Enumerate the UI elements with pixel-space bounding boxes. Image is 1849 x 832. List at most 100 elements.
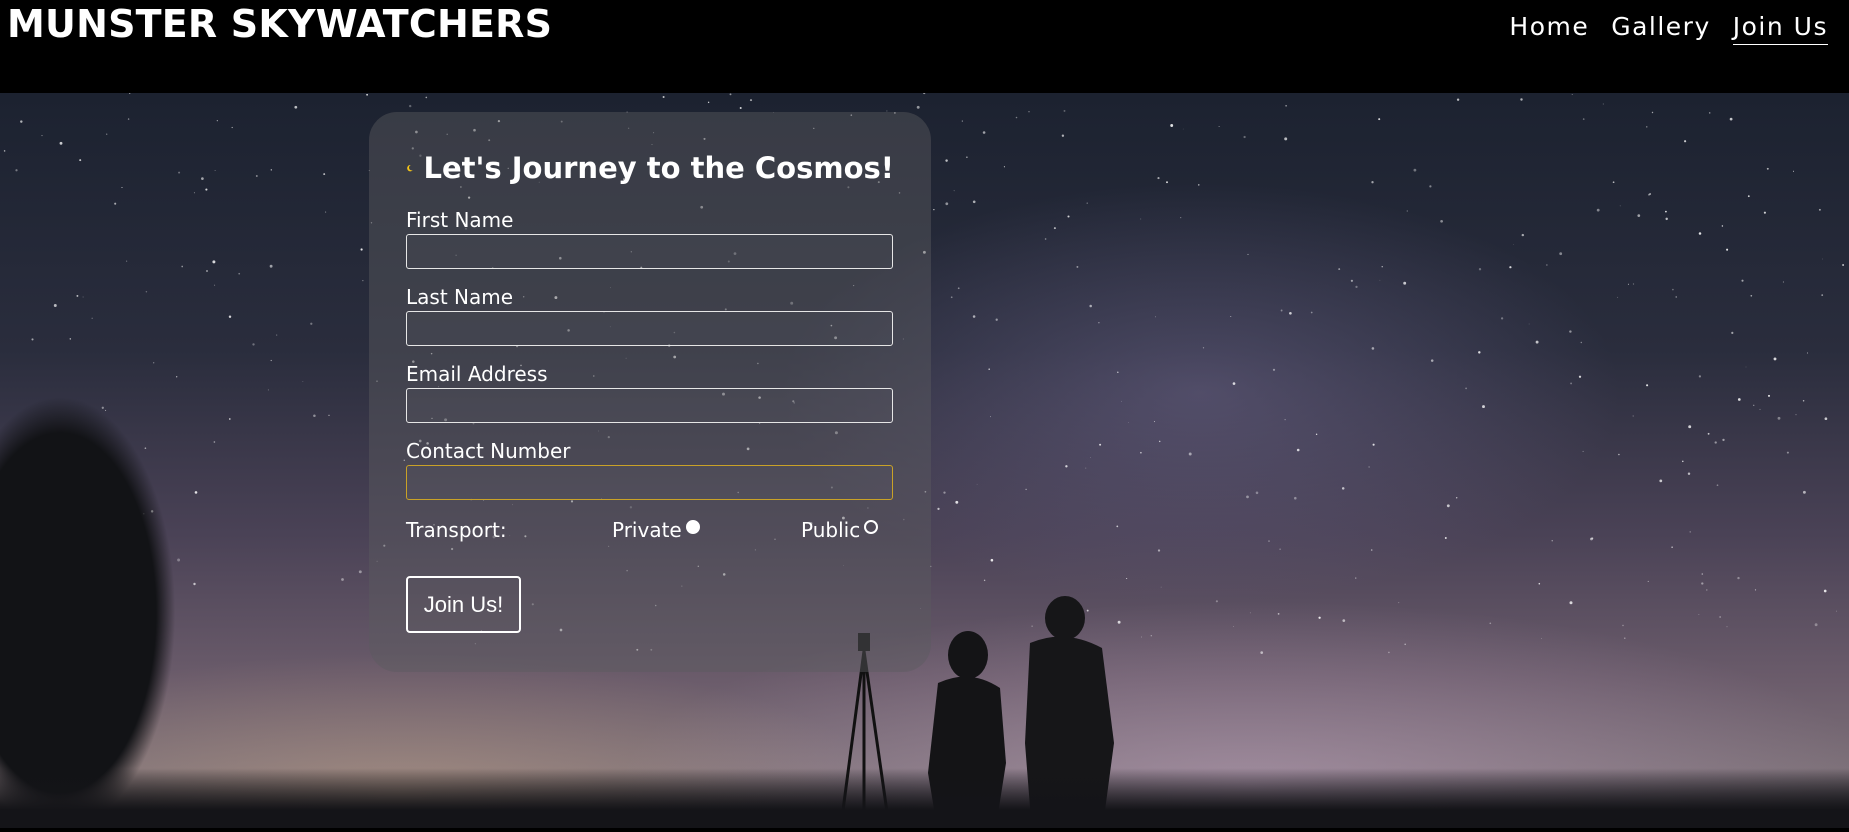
star bbox=[1140, 218, 1142, 220]
star bbox=[1065, 465, 1068, 468]
star bbox=[1559, 252, 1563, 256]
star bbox=[950, 296, 953, 299]
star bbox=[1591, 537, 1594, 540]
star bbox=[1089, 304, 1092, 308]
star bbox=[1649, 193, 1651, 195]
star bbox=[916, 105, 920, 109]
first-name-label: First Name bbox=[406, 208, 514, 232]
site-brand[interactable]: MUNSTER SKYWATCHERS bbox=[7, 2, 552, 46]
main-nav: Home Gallery Join Us bbox=[1509, 12, 1828, 45]
star bbox=[1003, 166, 1005, 168]
star bbox=[1202, 347, 1205, 349]
star bbox=[270, 359, 272, 362]
private-radio[interactable] bbox=[685, 520, 700, 534]
star bbox=[1747, 195, 1750, 198]
star bbox=[1701, 582, 1704, 585]
star bbox=[341, 578, 344, 581]
star bbox=[1689, 531, 1691, 533]
star bbox=[126, 260, 128, 262]
star bbox=[205, 188, 208, 191]
star bbox=[976, 483, 978, 485]
star bbox=[1672, 288, 1674, 291]
star bbox=[1378, 118, 1381, 121]
star bbox=[255, 175, 258, 177]
star bbox=[1085, 467, 1087, 469]
star bbox=[1398, 602, 1400, 604]
star bbox=[214, 170, 216, 172]
star bbox=[1786, 451, 1789, 454]
star bbox=[1315, 433, 1318, 435]
transport-label: Transport: bbox=[406, 518, 507, 542]
star bbox=[1277, 613, 1280, 615]
moon-icon bbox=[407, 164, 413, 172]
star bbox=[1403, 281, 1407, 285]
star bbox=[1637, 214, 1641, 217]
email-input[interactable] bbox=[406, 388, 893, 423]
star bbox=[1726, 248, 1729, 251]
star bbox=[1232, 382, 1236, 385]
star bbox=[310, 322, 313, 325]
star bbox=[1520, 98, 1523, 101]
star bbox=[425, 96, 428, 99]
star bbox=[360, 248, 363, 251]
last-name-input[interactable] bbox=[406, 311, 893, 346]
star bbox=[1571, 94, 1573, 95]
star bbox=[972, 200, 976, 204]
star bbox=[302, 381, 304, 382]
star bbox=[1140, 451, 1142, 454]
star bbox=[1802, 490, 1806, 494]
star bbox=[1721, 225, 1724, 227]
star bbox=[270, 169, 272, 171]
transport-private-option[interactable]: Private bbox=[612, 518, 700, 542]
private-label: Private bbox=[612, 518, 682, 542]
star bbox=[1795, 414, 1797, 416]
star bbox=[1249, 612, 1251, 614]
star bbox=[1117, 371, 1119, 374]
join-us-button[interactable]: Join Us! bbox=[406, 576, 521, 633]
star bbox=[1707, 432, 1710, 435]
star bbox=[1230, 316, 1232, 317]
star bbox=[1802, 399, 1805, 402]
star bbox=[1140, 636, 1142, 638]
star bbox=[1446, 504, 1450, 508]
star bbox=[1053, 227, 1056, 230]
star bbox=[1582, 450, 1584, 452]
star bbox=[1341, 487, 1345, 490]
star bbox=[1822, 258, 1823, 260]
first-name-input[interactable] bbox=[406, 234, 893, 269]
star bbox=[114, 202, 117, 205]
star bbox=[323, 173, 326, 176]
star bbox=[1807, 352, 1809, 354]
nav-home[interactable]: Home bbox=[1509, 12, 1589, 45]
public-radio[interactable] bbox=[864, 520, 879, 534]
star bbox=[212, 260, 216, 264]
form-heading: Let's Journey to the Cosmos! bbox=[406, 148, 894, 188]
star bbox=[988, 368, 990, 371]
nav-gallery[interactable]: Gallery bbox=[1611, 12, 1711, 45]
star bbox=[238, 272, 241, 275]
star bbox=[1763, 211, 1766, 214]
star bbox=[1154, 316, 1157, 318]
star bbox=[1835, 610, 1837, 612]
star bbox=[1708, 112, 1711, 114]
star bbox=[1368, 466, 1370, 468]
star bbox=[1355, 285, 1358, 289]
star bbox=[1157, 177, 1160, 180]
star bbox=[358, 570, 362, 574]
nav-join-us[interactable]: Join Us bbox=[1732, 12, 1828, 45]
star bbox=[3, 150, 6, 152]
star bbox=[1632, 283, 1635, 285]
star bbox=[121, 187, 123, 188]
transport-public-option[interactable]: Public bbox=[801, 518, 879, 542]
star bbox=[1823, 589, 1827, 593]
star bbox=[1726, 626, 1728, 628]
star bbox=[1166, 181, 1168, 184]
star bbox=[662, 95, 665, 99]
star bbox=[1719, 616, 1721, 618]
contact-number-input[interactable] bbox=[406, 465, 893, 500]
star bbox=[1618, 453, 1620, 456]
star bbox=[1098, 322, 1100, 324]
star bbox=[1429, 185, 1432, 188]
star bbox=[1150, 635, 1152, 637]
star bbox=[409, 104, 412, 108]
